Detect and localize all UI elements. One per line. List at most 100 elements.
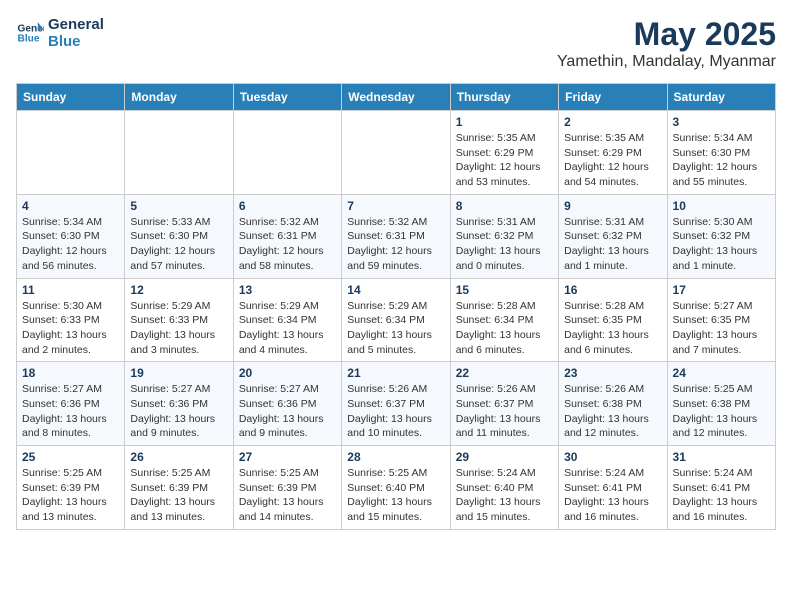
day-info: Sunrise: 5:25 AM Sunset: 6:39 PM Dayligh… [239,466,336,525]
day-number: 3 [673,115,770,129]
day-number: 30 [564,450,661,464]
day-info: Sunrise: 5:26 AM Sunset: 6:37 PM Dayligh… [347,382,444,441]
day-info: Sunrise: 5:29 AM Sunset: 6:33 PM Dayligh… [130,299,227,358]
day-info: Sunrise: 5:25 AM Sunset: 6:39 PM Dayligh… [22,466,119,525]
day-info: Sunrise: 5:32 AM Sunset: 6:31 PM Dayligh… [239,215,336,274]
day-info: Sunrise: 5:27 AM Sunset: 6:36 PM Dayligh… [22,382,119,441]
svg-text:Blue: Blue [18,34,40,45]
day-info: Sunrise: 5:28 AM Sunset: 6:34 PM Dayligh… [456,299,553,358]
calendar-cell: 10Sunrise: 5:30 AM Sunset: 6:32 PM Dayli… [667,194,775,278]
day-number: 4 [22,199,119,213]
day-number: 10 [673,199,770,213]
page-header: General Blue General Blue May 2025 Yamet… [16,16,776,71]
weekday-header: Sunday [17,84,125,111]
calendar-cell: 26Sunrise: 5:25 AM Sunset: 6:39 PM Dayli… [125,446,233,530]
day-info: Sunrise: 5:29 AM Sunset: 6:34 PM Dayligh… [239,299,336,358]
calendar-cell: 19 Sunrise: 5:27 AM Sunset: 6:36 PM Dayli… [125,362,233,446]
weekday-header: Thursday [450,84,558,111]
logo: General Blue General Blue [16,16,104,50]
calendar-cell [125,111,233,195]
day-info: Sunrise: 5:25 AM Sunset: 6:40 PM Dayligh… [347,466,444,525]
day-number: 20 [239,366,336,380]
day-number: 21 [347,366,444,380]
weekday-header: Wednesday [342,84,450,111]
day-info: Sunrise: 5:27 AM Sunset: 6:36 PM Dayligh… [239,382,336,441]
day-number: 19 [130,366,227,380]
calendar-week-row: 18Sunrise: 5:27 AM Sunset: 6:36 PM Dayli… [17,362,776,446]
day-number: 1 [456,115,553,129]
day-number: 5 [130,199,227,213]
day-info: Sunrise: 5:35 AM Sunset: 6:29 PM Dayligh… [564,131,661,190]
calendar-week-row: 1 Sunrise: 5:35 AM Sunset: 6:29 PM Daylig… [17,111,776,195]
calendar-cell: 31Sunrise: 5:24 AM Sunset: 6:41 PM Dayli… [667,446,775,530]
day-number: 29 [456,450,553,464]
day-info: Sunrise: 5:24 AM Sunset: 6:40 PM Dayligh… [456,466,553,525]
calendar-cell: 23 Sunrise: 5:26 AM Sunset: 6:38 PM Dayli… [559,362,667,446]
calendar-cell: 12 Sunrise: 5:29 AM Sunset: 6:33 PM Dayli… [125,278,233,362]
day-number: 6 [239,199,336,213]
calendar-cell: 22 Sunrise: 5:26 AM Sunset: 6:37 PM Dayli… [450,362,558,446]
day-info: Sunrise: 5:24 AM Sunset: 6:41 PM Dayligh… [673,466,770,525]
day-number: 9 [564,199,661,213]
day-info: Sunrise: 5:27 AM Sunset: 6:35 PM Dayligh… [673,299,770,358]
calendar-cell: 29 Sunrise: 5:24 AM Sunset: 6:40 PM Dayli… [450,446,558,530]
calendar-cell: 15Sunrise: 5:28 AM Sunset: 6:34 PM Dayli… [450,278,558,362]
day-info: Sunrise: 5:26 AM Sunset: 6:38 PM Dayligh… [564,382,661,441]
day-number: 26 [130,450,227,464]
day-number: 13 [239,283,336,297]
calendar-cell: 16 Sunrise: 5:28 AM Sunset: 6:35 PM Dayli… [559,278,667,362]
calendar-cell: 9 Sunrise: 5:31 AM Sunset: 6:32 PM Daylig… [559,194,667,278]
calendar-cell: 25 Sunrise: 5:25 AM Sunset: 6:39 PM Dayli… [17,446,125,530]
weekday-header-row: SundayMondayTuesdayWednesdayThursdayFrid… [17,84,776,111]
day-info: Sunrise: 5:31 AM Sunset: 6:32 PM Dayligh… [456,215,553,274]
day-number: 12 [130,283,227,297]
month-title: May 2025 [557,16,776,53]
location-title: Yamethin, Mandalay, Myanmar [557,53,776,71]
day-number: 14 [347,283,444,297]
day-number: 8 [456,199,553,213]
day-info: Sunrise: 5:34 AM Sunset: 6:30 PM Dayligh… [22,215,119,274]
day-info: Sunrise: 5:25 AM Sunset: 6:38 PM Dayligh… [673,382,770,441]
calendar-cell: 30Sunrise: 5:24 AM Sunset: 6:41 PM Dayli… [559,446,667,530]
calendar-cell: 3 Sunrise: 5:34 AM Sunset: 6:30 PM Daylig… [667,111,775,195]
weekday-header: Tuesday [233,84,341,111]
day-info: Sunrise: 5:30 AM Sunset: 6:33 PM Dayligh… [22,299,119,358]
day-number: 16 [564,283,661,297]
calendar-table: SundayMondayTuesdayWednesdayThursdayFrid… [16,83,776,530]
calendar-cell: 4 Sunrise: 5:34 AM Sunset: 6:30 PM Daylig… [17,194,125,278]
day-number: 2 [564,115,661,129]
logo-general: General [48,16,104,33]
calendar-cell [342,111,450,195]
day-info: Sunrise: 5:32 AM Sunset: 6:31 PM Dayligh… [347,215,444,274]
calendar-cell: 11Sunrise: 5:30 AM Sunset: 6:33 PM Dayli… [17,278,125,362]
day-number: 23 [564,366,661,380]
calendar-cell: 24Sunrise: 5:25 AM Sunset: 6:38 PM Dayli… [667,362,775,446]
calendar-cell [17,111,125,195]
day-number: 25 [22,450,119,464]
calendar-cell: 2 Sunrise: 5:35 AM Sunset: 6:29 PM Daylig… [559,111,667,195]
day-info: Sunrise: 5:28 AM Sunset: 6:35 PM Dayligh… [564,299,661,358]
day-info: Sunrise: 5:26 AM Sunset: 6:37 PM Dayligh… [456,382,553,441]
calendar-cell: 6 Sunrise: 5:32 AM Sunset: 6:31 PM Daylig… [233,194,341,278]
day-number: 7 [347,199,444,213]
day-info: Sunrise: 5:31 AM Sunset: 6:32 PM Dayligh… [564,215,661,274]
day-info: Sunrise: 5:34 AM Sunset: 6:30 PM Dayligh… [673,131,770,190]
weekday-header: Saturday [667,84,775,111]
calendar-cell: 7 Sunrise: 5:32 AM Sunset: 6:31 PM Daylig… [342,194,450,278]
weekday-header: Monday [125,84,233,111]
calendar-cell: 5 Sunrise: 5:33 AM Sunset: 6:30 PM Daylig… [125,194,233,278]
day-number: 17 [673,283,770,297]
calendar-week-row: 25 Sunrise: 5:25 AM Sunset: 6:39 PM Dayli… [17,446,776,530]
calendar-cell: 27Sunrise: 5:25 AM Sunset: 6:39 PM Dayli… [233,446,341,530]
calendar-week-row: 4 Sunrise: 5:34 AM Sunset: 6:30 PM Daylig… [17,194,776,278]
calendar-cell: 18Sunrise: 5:27 AM Sunset: 6:36 PM Dayli… [17,362,125,446]
day-number: 22 [456,366,553,380]
weekday-header: Friday [559,84,667,111]
day-info: Sunrise: 5:27 AM Sunset: 6:36 PM Dayligh… [130,382,227,441]
logo-icon: General Blue [16,19,44,47]
day-info: Sunrise: 5:33 AM Sunset: 6:30 PM Dayligh… [130,215,227,274]
calendar-week-row: 11Sunrise: 5:30 AM Sunset: 6:33 PM Dayli… [17,278,776,362]
logo-blue: Blue [48,33,104,50]
calendar-cell: 28Sunrise: 5:25 AM Sunset: 6:40 PM Dayli… [342,446,450,530]
calendar-cell: 20 Sunrise: 5:27 AM Sunset: 6:36 PM Dayli… [233,362,341,446]
